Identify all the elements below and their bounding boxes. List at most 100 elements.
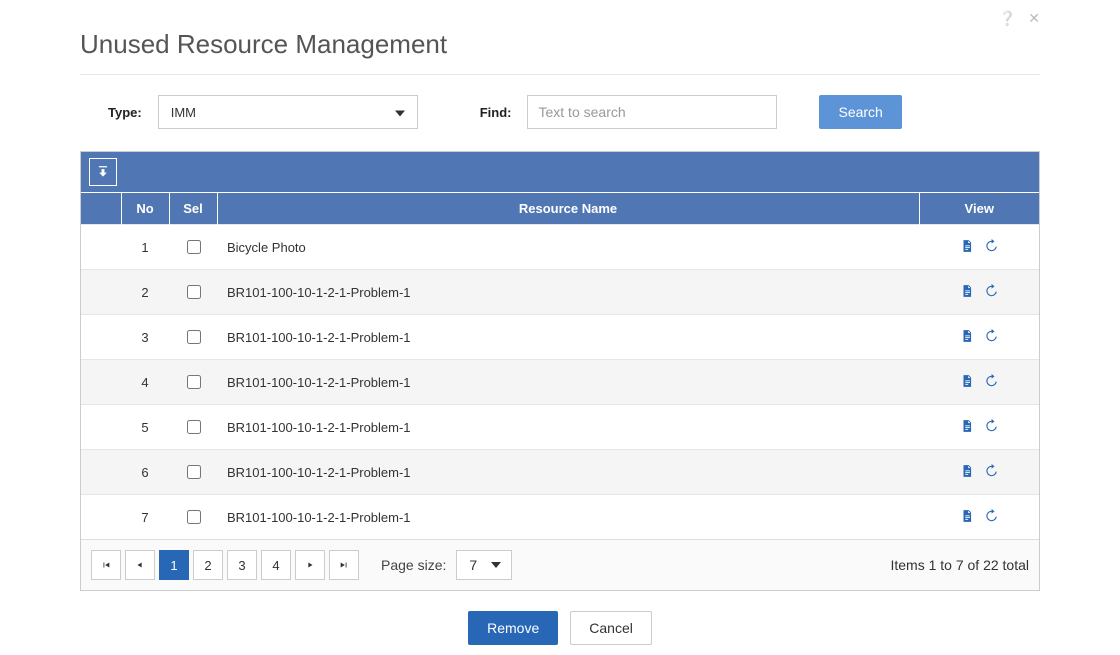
cell-no: 2 [121,270,169,315]
cell-spacer [81,405,121,450]
cell-view [919,270,1039,315]
col-name[interactable]: Resource Name [217,193,919,225]
col-no[interactable]: No [121,193,169,225]
pager-next-button[interactable] [295,550,325,580]
view-file-button[interactable] [960,329,974,346]
cell-spacer [81,360,121,405]
help-icon[interactable]: ❔ [999,10,1016,27]
table-row: 7 BR101-100-10-1-2-1-Problem-1 [81,495,1039,540]
table-row: 1 Bicycle Photo [81,225,1039,270]
cancel-button[interactable]: Cancel [570,611,652,645]
pager-last-button[interactable] [329,550,359,580]
cell-no: 6 [121,450,169,495]
cell-spacer [81,225,121,270]
pager-page-button[interactable]: 3 [227,550,257,580]
pager-prev-button[interactable] [125,550,155,580]
pager: 1234 [91,550,359,580]
close-icon[interactable]: ✕ [1028,10,1040,27]
view-history-button[interactable] [984,239,998,256]
row-checkbox[interactable] [187,240,201,254]
pager-page-button[interactable]: 4 [261,550,291,580]
row-checkbox[interactable] [187,465,201,479]
view-history-button[interactable] [984,284,998,301]
file-icon [960,329,974,343]
file-icon [960,284,974,298]
cell-view [919,360,1039,405]
cell-no: 7 [121,495,169,540]
file-icon [960,239,974,253]
type-select[interactable]: IMM [158,95,418,129]
table-row: 3 BR101-100-10-1-2-1-Problem-1 [81,315,1039,360]
cell-sel [169,360,217,405]
page-title: Unused Resource Management [80,29,1040,60]
row-checkbox[interactable] [187,285,201,299]
pager-page-button[interactable]: 1 [159,550,189,580]
history-icon [984,374,998,388]
cell-name: BR101-100-10-1-2-1-Problem-1 [217,315,919,360]
page-size-label: Page size: [381,557,446,573]
col-sel[interactable]: Sel [169,193,217,225]
cell-sel [169,270,217,315]
row-checkbox[interactable] [187,330,201,344]
cell-no: 5 [121,405,169,450]
view-history-button[interactable] [984,329,998,346]
cell-name: BR101-100-10-1-2-1-Problem-1 [217,495,919,540]
download-icon [96,165,110,179]
cell-sel [169,405,217,450]
history-icon [984,419,998,433]
view-file-button[interactable] [960,239,974,256]
row-checkbox[interactable] [187,375,201,389]
view-file-button[interactable] [960,509,974,526]
view-file-button[interactable] [960,374,974,391]
cell-spacer [81,270,121,315]
cell-name: BR101-100-10-1-2-1-Problem-1 [217,270,919,315]
find-label: Find: [480,105,512,120]
file-icon [960,464,974,478]
file-icon [960,374,974,388]
history-icon [984,509,998,523]
view-history-button[interactable] [984,509,998,526]
row-checkbox[interactable] [187,510,201,524]
history-icon [984,284,998,298]
cell-view [919,495,1039,540]
cell-sel [169,315,217,360]
cell-view [919,225,1039,270]
pager-first-button[interactable] [91,550,121,580]
search-input[interactable] [527,95,777,129]
file-icon [960,419,974,433]
remove-button[interactable]: Remove [468,611,558,645]
pager-totals: Items 1 to 7 of 22 total [890,557,1029,573]
cell-no: 1 [121,225,169,270]
cell-view [919,315,1039,360]
cell-name: BR101-100-10-1-2-1-Problem-1 [217,405,919,450]
cell-view [919,405,1039,450]
view-history-button[interactable] [984,374,998,391]
cell-spacer [81,495,121,540]
view-file-button[interactable] [960,419,974,436]
cell-sel [169,495,217,540]
divider [80,74,1040,75]
cell-name: Bicycle Photo [217,225,919,270]
history-icon [984,239,998,253]
col-spacer [81,193,121,225]
cell-no: 4 [121,360,169,405]
view-file-button[interactable] [960,284,974,301]
view-history-button[interactable] [984,464,998,481]
cell-no: 3 [121,315,169,360]
cell-sel [169,225,217,270]
col-view[interactable]: View [919,193,1039,225]
download-button[interactable] [89,158,117,186]
cell-sel [169,450,217,495]
view-history-button[interactable] [984,419,998,436]
row-checkbox[interactable] [187,420,201,434]
view-file-button[interactable] [960,464,974,481]
history-icon [984,329,998,343]
page-size-select[interactable]: 7 [456,550,512,580]
pager-page-button[interactable]: 2 [193,550,223,580]
search-button[interactable]: Search [819,95,901,129]
type-label: Type: [108,105,142,120]
history-icon [984,464,998,478]
cell-spacer [81,450,121,495]
resource-table: No Sel Resource Name View 1 Bicycle Photo… [81,193,1039,539]
table-row: 4BR101-100-10-1-2-1-Problem-1 [81,360,1039,405]
